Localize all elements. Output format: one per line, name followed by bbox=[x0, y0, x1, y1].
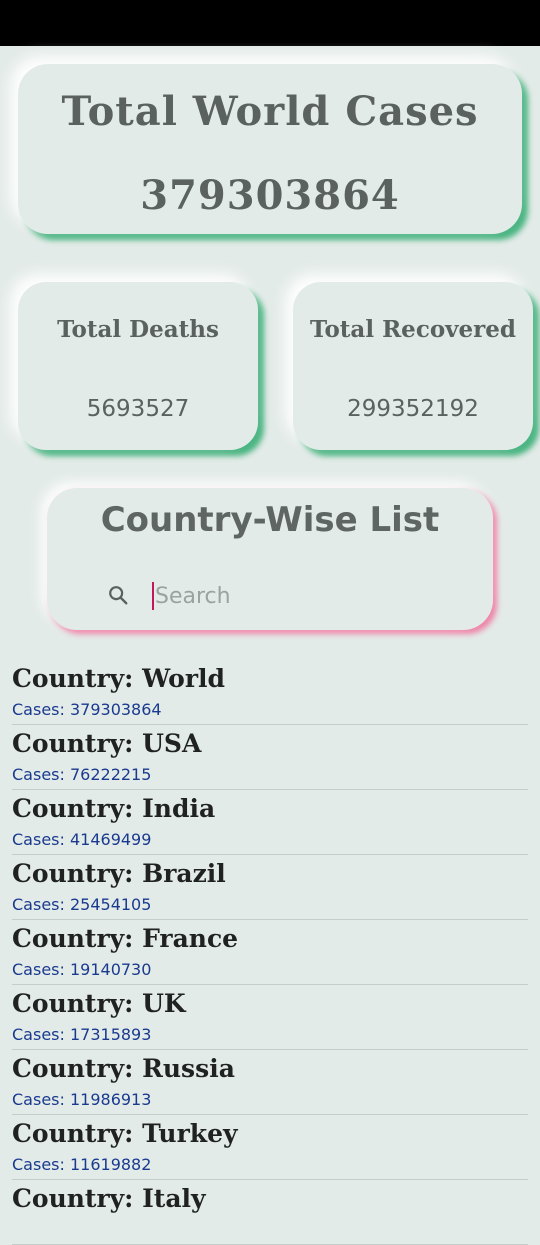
list-item[interactable]: Country: USA Cases: 76222215 bbox=[12, 725, 528, 790]
country-name: Country: France bbox=[12, 924, 239, 953]
total-recovered-card: Total Recovered 299352192 bbox=[293, 282, 533, 450]
total-cases-title: Total World Cases bbox=[61, 88, 479, 135]
total-recovered-value: 299352192 bbox=[347, 396, 479, 422]
status-bar bbox=[0, 0, 540, 46]
country-cases: Cases: 76222215 bbox=[12, 765, 152, 784]
total-cases-value: 379303864 bbox=[140, 172, 400, 219]
country-cases: Cases: 11619882 bbox=[12, 1155, 152, 1174]
list-item[interactable]: Country: Russia Cases: 11986913 bbox=[12, 1050, 528, 1115]
country-search-card: Country-Wise List bbox=[47, 488, 493, 630]
total-recovered-label: Total Recovered bbox=[309, 316, 516, 343]
list-item[interactable]: Country: Turkey Cases: 11619882 bbox=[12, 1115, 528, 1180]
total-deaths-label: Total Deaths bbox=[57, 316, 219, 343]
country-name: Country: Brazil bbox=[12, 859, 226, 888]
list-item[interactable]: Country: Brazil Cases: 25454105 bbox=[12, 855, 528, 920]
country-list[interactable]: Country: World Cases: 379303864 Country: U… bbox=[0, 660, 540, 1245]
country-cases: Cases: 379303864 bbox=[12, 700, 162, 719]
country-cases: Cases: 19140730 bbox=[12, 960, 152, 979]
search-input[interactable] bbox=[155, 580, 455, 612]
country-cases: Cases: 25454105 bbox=[12, 895, 152, 914]
total-cases-card: Total World Cases 379303864 bbox=[18, 64, 522, 234]
country-list-title: Country-Wise List bbox=[100, 500, 440, 540]
country-name: Country: World bbox=[12, 664, 225, 693]
total-deaths-value: 5693527 bbox=[86, 396, 190, 422]
list-item[interactable]: Country: India Cases: 41469499 bbox=[12, 790, 528, 855]
list-item[interactable]: Country: World Cases: 379303864 bbox=[12, 660, 528, 725]
total-deaths-card: Total Deaths 5693527 bbox=[18, 282, 258, 450]
country-name: Country: UK bbox=[12, 989, 186, 1018]
country-name: Country: Russia bbox=[12, 1054, 235, 1083]
list-item[interactable]: Country: Italy bbox=[12, 1180, 528, 1245]
country-name: Country: USA bbox=[12, 729, 202, 758]
country-name: Country: India bbox=[12, 794, 216, 823]
list-item[interactable]: Country: France Cases: 19140730 bbox=[12, 920, 528, 985]
country-cases: Cases: 17315893 bbox=[12, 1025, 152, 1044]
country-name: Country: Turkey bbox=[12, 1119, 238, 1148]
country-cases: Cases: 11986913 bbox=[12, 1090, 152, 1109]
country-name: Country: Italy bbox=[12, 1184, 206, 1213]
list-item[interactable]: Country: UK Cases: 17315893 bbox=[12, 985, 528, 1050]
country-cases: Cases: 41469499 bbox=[12, 830, 152, 849]
search-icon bbox=[109, 586, 128, 605]
text-cursor bbox=[152, 582, 154, 610]
